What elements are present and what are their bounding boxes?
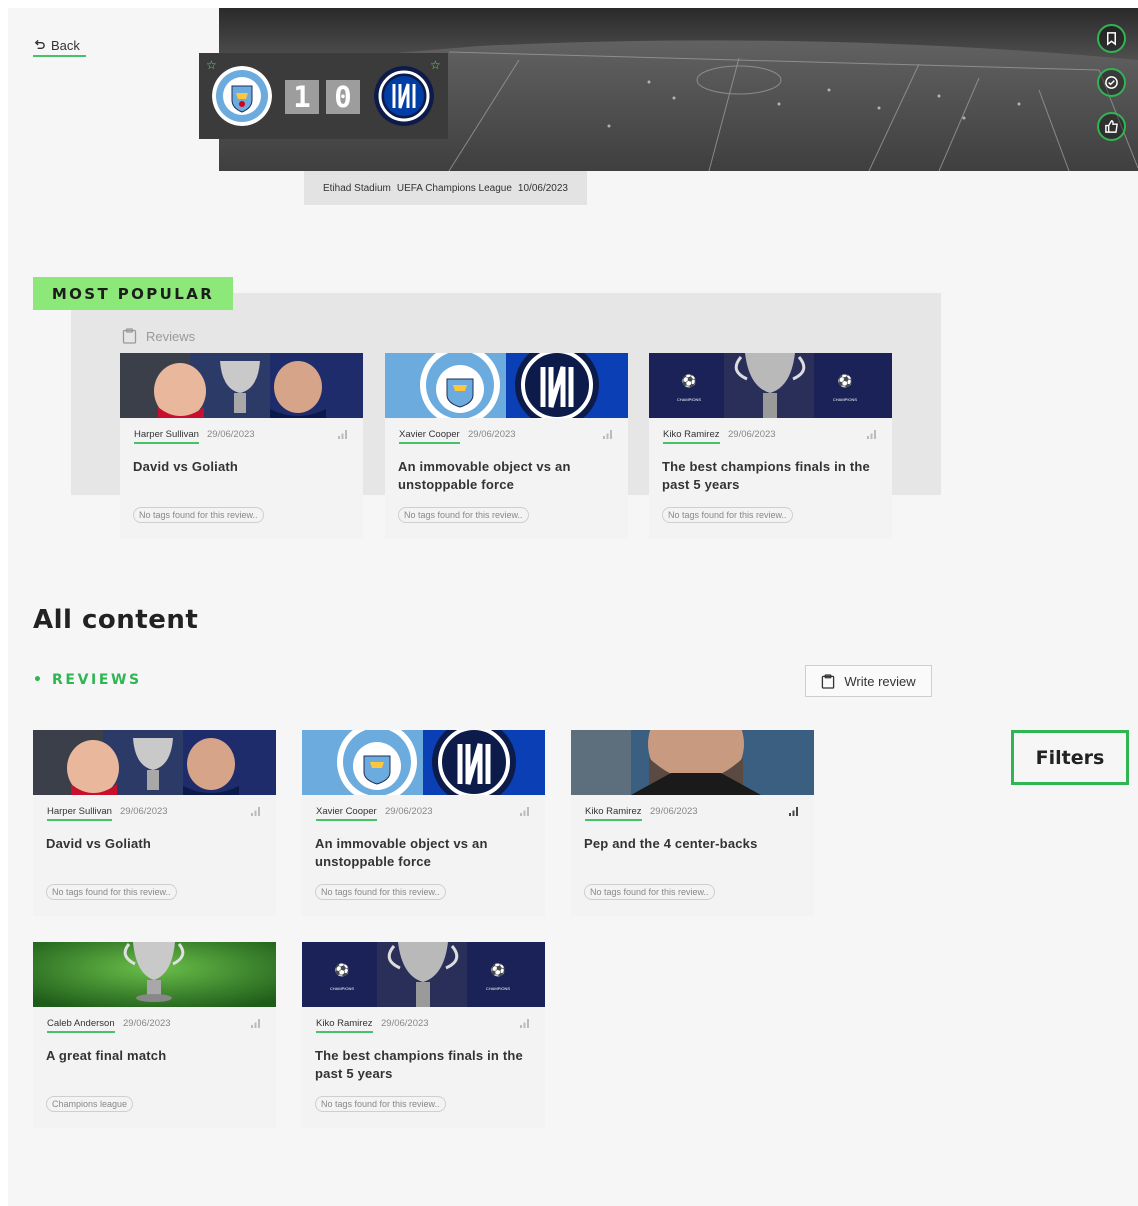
svg-text:CHAMPIONS: CHAMPIONS [677, 397, 702, 402]
review-title[interactable]: The best champions finals in the past 5 … [662, 458, 882, 494]
home-favorite-star-icon[interactable]: ☆ [206, 59, 217, 71]
review-title[interactable]: David vs Goliath [133, 458, 353, 476]
review-tag[interactable]: No tags found for this review.. [46, 884, 177, 900]
review-card-image[interactable] [33, 942, 276, 1007]
review-card[interactable]: ⚽ CHAMPIONS ⚽ CHAMPIONS Kiko Ramirez 29/06/20… [649, 353, 892, 539]
stats-bars-icon [867, 430, 876, 439]
reviews-heading[interactable]: • REVIEWS [33, 672, 142, 688]
review-card-image[interactable] [571, 730, 814, 795]
clipboard-icon [822, 673, 835, 689]
svg-text:⚽: ⚽ [837, 374, 853, 388]
review-tag[interactable]: No tags found for this review.. [398, 507, 529, 523]
review-card[interactable]: Caleb Anderson 29/06/2023 A great final ma… [33, 942, 276, 1128]
svg-text:CHAMPIONS: CHAMPIONS [330, 986, 355, 991]
most-popular-badge: MOST POPULAR [33, 277, 233, 310]
away-favorite-star-icon[interactable]: ☆ [430, 59, 441, 71]
write-review-label: Write review [844, 673, 916, 689]
match-competition: UEFA Champions League [396, 182, 512, 194]
most-popular-reviews-label: Reviews [122, 328, 195, 344]
review-author[interactable]: Kiko Ramirez [585, 806, 642, 821]
inter-crest-icon [374, 66, 434, 126]
review-date: 29/06/2023 [385, 806, 433, 817]
review-card[interactable]: ⚽ CHAMPIONS ⚽ CHAMPIONS Kiko Ramirez 29/06/20… [302, 942, 545, 1128]
stats-bars-icon [338, 430, 347, 439]
stats-bars-icon [251, 1019, 260, 1028]
review-date: 29/06/2023 [381, 1018, 429, 1029]
filters-button[interactable]: Filters [1011, 730, 1129, 785]
review-card-image[interactable]: ⚽ CHAMPIONS ⚽ CHAMPIONS [649, 353, 892, 418]
review-tag[interactable]: No tags found for this review.. [662, 507, 793, 523]
stats-bars-icon [789, 807, 798, 816]
review-card-image[interactable] [385, 353, 628, 418]
review-date: 29/06/2023 [123, 1018, 171, 1029]
review-date: 29/06/2023 [650, 806, 698, 817]
review-date: 29/06/2023 [207, 429, 255, 440]
review-author[interactable]: Caleb Anderson [47, 1018, 115, 1033]
scoreboard: ☆ ☆ 1 0 [199, 53, 448, 139]
review-author[interactable]: Harper Sullivan [47, 806, 112, 821]
review-card-image[interactable] [302, 730, 545, 795]
write-review-button[interactable]: Write review [805, 665, 932, 697]
back-arrow-icon [34, 39, 45, 49]
review-title[interactable]: An immovable object vs an unstoppable fo… [398, 458, 618, 494]
stats-bars-icon [603, 430, 612, 439]
stats-bars-icon [520, 807, 529, 816]
thumbs-up-icon[interactable] [1097, 112, 1126, 141]
review-tag[interactable]: No tags found for this review.. [133, 507, 264, 523]
svg-text:CHAMPIONS: CHAMPIONS [833, 397, 858, 402]
review-card[interactable]: Kiko Ramirez 29/06/2023 Pep and the 4 cent… [571, 730, 814, 916]
review-author[interactable]: Xavier Cooper [399, 429, 460, 444]
svg-text:CHAMPIONS: CHAMPIONS [486, 986, 511, 991]
stats-bars-icon [251, 807, 260, 816]
away-score: 0 [326, 80, 360, 114]
review-card[interactable]: Harper Sullivan 29/06/2023 David vs Goliat… [33, 730, 276, 916]
manchester-city-crest-icon [212, 66, 272, 126]
review-date: 29/06/2023 [120, 806, 168, 817]
check-circle-icon[interactable] [1097, 68, 1126, 97]
review-tag[interactable]: Champions league [46, 1096, 134, 1112]
page: Back ☆ ☆ 1 0 Etihad Stadium UEFA Champio… [8, 8, 1138, 1206]
review-card-image[interactable]: ⚽ CHAMPIONS ⚽ CHAMPIONS [302, 942, 545, 1007]
review-tag[interactable]: No tags found for this review.. [315, 1096, 446, 1112]
review-date: 29/06/2023 [468, 429, 516, 440]
match-action-icons [1097, 24, 1126, 141]
match-date: 10/06/2023 [517, 182, 568, 194]
svg-text:⚽: ⚽ [490, 963, 506, 977]
review-author[interactable]: Kiko Ramirez [663, 429, 720, 444]
review-date: 29/06/2023 [728, 429, 776, 440]
review-title[interactable]: David vs Goliath [46, 835, 266, 853]
review-author[interactable]: Harper Sullivan [134, 429, 199, 444]
reviews-heading-text: REVIEWS [52, 672, 142, 688]
review-title[interactable]: The best champions finals in the past 5 … [315, 1047, 535, 1083]
review-title[interactable]: An immovable object vs an unstoppable fo… [315, 835, 535, 871]
stats-bars-icon [520, 1019, 529, 1028]
review-title[interactable]: Pep and the 4 center-backs [584, 835, 804, 853]
review-tag[interactable]: No tags found for this review.. [584, 884, 715, 900]
review-card[interactable]: Harper Sullivan 29/06/2023 David vs Goliat… [120, 353, 363, 539]
review-tag[interactable]: No tags found for this review.. [315, 884, 446, 900]
review-card-image[interactable] [33, 730, 276, 795]
review-title[interactable]: A great final match [46, 1047, 266, 1065]
bookmark-icon[interactable] [1097, 24, 1126, 53]
back-label: Back [51, 37, 80, 53]
clipboard-icon [122, 328, 137, 344]
review-card[interactable]: Xavier Cooper 29/06/2023 An immovable obje… [385, 353, 628, 539]
review-author[interactable]: Xavier Cooper [316, 806, 377, 821]
review-card-image[interactable] [120, 353, 363, 418]
reviews-label-text: Reviews [146, 328, 196, 344]
svg-text:⚽: ⚽ [681, 374, 697, 388]
svg-text:⚽: ⚽ [334, 963, 350, 977]
match-meta: Etihad Stadium UEFA Champions League 10/… [304, 171, 587, 205]
review-author[interactable]: Kiko Ramirez [316, 1018, 373, 1033]
match-stadium: Etihad Stadium [323, 182, 391, 194]
back-button[interactable]: Back [33, 35, 86, 57]
home-score: 1 [285, 80, 319, 114]
review-card[interactable]: Xavier Cooper 29/06/2023 An immovable obje… [302, 730, 545, 916]
all-content-title: All content [33, 605, 199, 635]
